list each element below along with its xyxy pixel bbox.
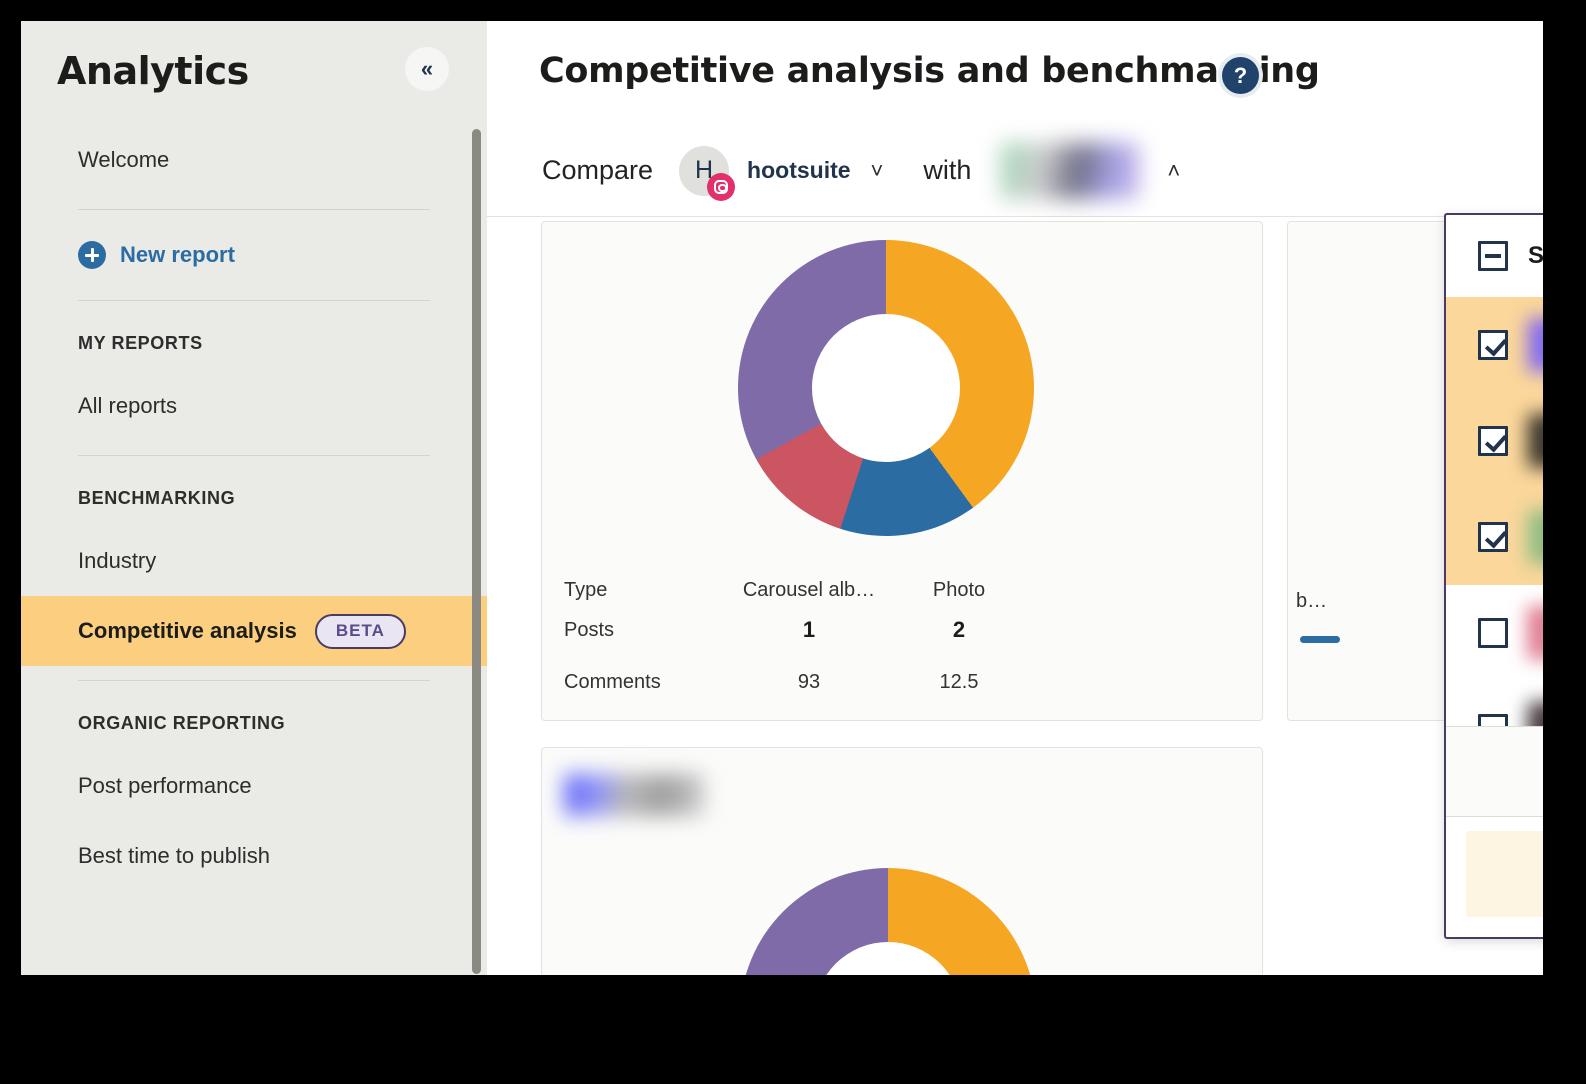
reports-content: Type Carousel alb… Photo Posts 1 2 (487, 217, 1543, 975)
sidebar-collapse-button[interactable]: « (405, 47, 449, 91)
competitor-name (1528, 606, 1543, 660)
underline-bar-3 (1300, 636, 1340, 643)
donut-chart-card1 (738, 240, 1034, 536)
competitor-selection-value[interactable] (1001, 143, 1139, 199)
table-row: Comments 93 12.5 (564, 662, 1244, 702)
cell-comments-1: 93 (734, 671, 884, 694)
with-label: with (923, 155, 971, 186)
sidebar-divider (78, 680, 430, 681)
cell-posts-2: 2 (884, 617, 1034, 643)
avatar: H (679, 146, 729, 196)
cell-type-1: Carousel alb… (734, 579, 884, 602)
chart-card-secondary (541, 747, 1263, 975)
manage-competitors-button[interactable]: Manage competitors ⚙ (1446, 727, 1543, 817)
sidebar-divider (78, 455, 430, 456)
sidebar-item-industry[interactable]: Industry (21, 526, 487, 596)
cell-value: 2 (953, 617, 965, 642)
sidebar-section-benchmarking: BENCHMARKING (21, 470, 487, 526)
compare-label: Compare (542, 155, 653, 186)
select-all-row[interactable]: Select all (1446, 215, 1543, 297)
cell-value: 1 (803, 617, 815, 642)
sidebar-item-best-time-to-publish[interactable]: Best time to publish (21, 821, 487, 891)
competitor-checkbox[interactable] (1478, 426, 1508, 456)
plus-circle-icon (78, 241, 106, 269)
list-item[interactable] (1446, 681, 1543, 727)
sidebar-item-label: Welcome (78, 147, 169, 173)
competitor-name (1528, 510, 1543, 564)
select-all-checkbox[interactable] (1478, 241, 1508, 271)
competitor-list (1446, 297, 1543, 727)
sidebar-item-label: All reports (78, 393, 177, 419)
stats-table: Type Carousel alb… Photo Posts 1 2 (564, 570, 1244, 702)
sidebar-item-label: Competitive analysis (78, 618, 297, 644)
sidebar-section-my-reports: MY REPORTS (21, 315, 487, 371)
instagram-icon (707, 173, 735, 201)
chevron-double-left-icon: « (421, 58, 433, 80)
sidebar-item-competitive-analysis[interactable]: Competitive analysis BETA (21, 596, 487, 666)
card3-truncated-label: b… (1296, 590, 1327, 613)
competitor-checkbox[interactable] (1478, 714, 1508, 727)
row-header: Type (564, 579, 734, 602)
sidebar-header: Analytics « (21, 21, 487, 125)
account-selector[interactable]: H hootsuite (679, 146, 851, 196)
new-report-button[interactable]: New report (21, 224, 487, 286)
select-all-label: Select all (1528, 242, 1543, 270)
table-row: Type Carousel alb… Photo (564, 570, 1244, 610)
list-item[interactable] (1446, 393, 1543, 489)
row-header: Posts (564, 619, 734, 642)
sidebar-scrollbar[interactable] (472, 129, 481, 974)
sidebar-item-all-reports[interactable]: All reports (21, 371, 487, 441)
competitor-checkbox[interactable] (1478, 618, 1508, 648)
sidebar-nav: Welcome New report MY REPORTS All report… (21, 125, 487, 891)
chart-card-primary: Type Carousel alb… Photo Posts 1 2 (541, 221, 1263, 721)
new-report-label: New report (120, 242, 235, 268)
account-name: hootsuite (747, 157, 851, 184)
competitor-name (1528, 318, 1543, 372)
cell-type-2: Photo (884, 579, 1034, 602)
sidebar-section-organic-reporting: ORGANIC REPORTING (21, 695, 487, 751)
sidebar-title: Analytics (57, 49, 249, 93)
list-item[interactable] (1446, 489, 1543, 585)
competitor-name (1528, 414, 1543, 468)
apply-button[interactable]: Apply (1466, 831, 1543, 917)
list-item[interactable] (1446, 585, 1543, 681)
cell-posts-1: 1 (734, 617, 884, 643)
competitor-name (1528, 702, 1543, 727)
donut-chart-card2 (740, 868, 1036, 975)
competitor-dropdown: Select all (1444, 213, 1543, 939)
sidebar-item-label: Best time to publish (78, 843, 270, 869)
card2-account-label (564, 774, 704, 816)
table-row: Posts 1 2 (564, 610, 1244, 650)
sidebar-item-welcome[interactable]: Welcome (21, 125, 487, 195)
main-content: Competitive analysis and benchmarking ? … (487, 21, 1543, 975)
chevron-down-icon[interactable]: ˅ (871, 160, 884, 182)
cell-comments-2: 12.5 (884, 671, 1034, 694)
competitor-checkbox[interactable] (1478, 330, 1508, 360)
sidebar-item-post-performance[interactable]: Post performance (21, 751, 487, 821)
sidebar-divider (78, 209, 430, 210)
sidebar-divider (78, 300, 430, 301)
sidebar-item-label: Industry (78, 548, 156, 574)
beta-badge: BETA (315, 614, 406, 649)
compare-toolbar: Compare H hootsuite ˅ with ˄ (487, 125, 1543, 217)
sidebar-item-label: Post performance (78, 773, 252, 799)
page-title: Competitive analysis and benchmarking (539, 51, 1320, 91)
row-header: Comments (564, 671, 734, 694)
main-header: Competitive analysis and benchmarking ? (487, 21, 1543, 125)
app-window: Analytics « Welcome New report MY REPORT… (21, 21, 1543, 975)
question-mark-circle-icon[interactable]: ? (1222, 57, 1259, 94)
sidebar: Analytics « Welcome New report MY REPORT… (21, 21, 487, 975)
competitor-checkbox[interactable] (1478, 522, 1508, 552)
list-item[interactable] (1446, 297, 1543, 393)
chevron-up-icon[interactable]: ˄ (1167, 160, 1180, 182)
